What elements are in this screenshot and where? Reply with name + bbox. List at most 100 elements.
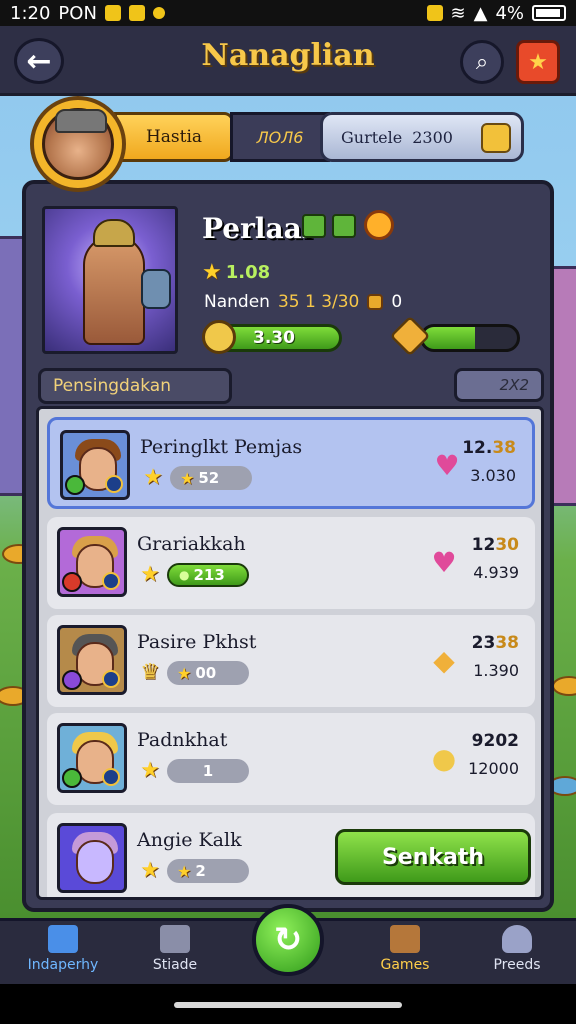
wifi-icon: ≋ (450, 2, 466, 24)
row-value-primary: 12.38 (462, 438, 516, 458)
stats-label: Nanden (204, 292, 270, 312)
nav-home[interactable]: Indaperhy (8, 925, 118, 983)
row-value-accent: 38 (492, 438, 516, 458)
hero-body (83, 235, 145, 345)
nav-profile[interactable]: Preeds (462, 925, 572, 983)
crown-icon: ♛ (140, 659, 160, 685)
heart-icon: ♥ (431, 545, 457, 579)
hero-name: Peringlkt Pemjas (140, 436, 303, 458)
level-value: 213 (193, 566, 225, 584)
class-badge-icon (62, 768, 82, 788)
row-value-accent: 30 (495, 535, 519, 555)
hero-portrait-thumb (57, 625, 127, 695)
lock-icon (426, 5, 443, 21)
nav-games-label: Games (380, 957, 430, 973)
row-value-secondary: 4.939 (473, 563, 519, 582)
list-item[interactable]: Peringlkt Pemjas ★ ★ 52 ♥ 12.38 3.030 (47, 417, 535, 509)
list-item[interactable]: Pasire Pkhst ♛ ★ 00 ◆ 2338 1.390 (47, 615, 535, 707)
battery-icon (532, 5, 566, 21)
refresh-icon: ↻ (273, 920, 303, 960)
hero-list: Peringlkt Pemjas ★ ★ 52 ♥ 12.38 3.030 Gra… (36, 406, 544, 900)
class-badge-icon (62, 670, 82, 690)
element-badge-icon (105, 475, 123, 493)
element-badge-icon (102, 768, 120, 786)
search-button[interactable]: ⌕ (460, 40, 504, 84)
row-value-accent: 38 (495, 633, 519, 653)
star-icon: ★ (140, 757, 160, 783)
nav-stats-label: Stiade (152, 957, 198, 973)
row-value-main: 23 (471, 633, 496, 653)
gift-button[interactable]: ★ (516, 40, 560, 84)
back-arrow-icon: ← (26, 43, 52, 79)
hero-portrait-thumb (57, 723, 127, 793)
row-value-primary: 9202 (472, 731, 519, 751)
level-value: 00 (195, 664, 217, 682)
search-icon: ⌕ (475, 49, 489, 75)
currency-label: Gurtele (341, 127, 403, 147)
signal-icon: ▲ (473, 2, 488, 24)
level-chip: ★ 52 (170, 466, 252, 490)
section-label: Pensingdakan (38, 368, 232, 404)
nav-stats[interactable]: Stiade (120, 925, 230, 983)
level-chip: ★ 00 (167, 661, 249, 685)
star-icon: ★ (177, 861, 192, 881)
header-bar: ← Nanaglian ⌕ ★ (0, 26, 576, 96)
nav-games[interactable]: Games (350, 925, 460, 983)
player-id: ЛОЛ6 (230, 112, 330, 162)
hero-portrait-thumb (60, 430, 130, 500)
level-value: 2 (195, 862, 206, 880)
row-value-main: 9202 (471, 731, 519, 751)
dot-icon: ● (179, 568, 190, 582)
section-count[interactable]: 2Х2 (454, 368, 544, 402)
gift-icon: ★ (528, 49, 548, 75)
xp-progress-fill (423, 327, 475, 349)
home-icon (48, 925, 78, 953)
list-item[interactable]: Grariakkah ★ ● 213 ♥ 1230 4.939 (47, 517, 535, 609)
alert-icon (152, 7, 165, 19)
heart-icon: ♥ (434, 448, 460, 482)
senkath-button[interactable]: Senkath (335, 829, 531, 885)
level-value: 52 (198, 469, 220, 487)
level-chip: ★ 2 (167, 859, 249, 883)
coin-icon (367, 294, 384, 310)
hero-portrait-thumb (57, 823, 127, 893)
currency-value: 2300 (412, 127, 453, 147)
coin-stack-icon (552, 676, 576, 696)
player-avatar[interactable] (30, 96, 126, 192)
hero-portrait[interactable] (42, 206, 178, 354)
battery-text: 4% (495, 2, 524, 24)
currency-display[interactable]: Gurtele 2300 (320, 112, 524, 162)
element-badge-icon (102, 572, 120, 590)
stats-count: 0 (391, 292, 403, 312)
list-item[interactable]: Padnkhat ★ 1 ● 9202 12000 (47, 713, 535, 805)
level-chip: 1 (167, 759, 249, 783)
hero-helmet (93, 219, 135, 247)
row-value-secondary: 12000 (468, 759, 519, 778)
profile-strip: Hastia ЛОЛ6 Gurtele 2300 (30, 96, 530, 192)
status-carrier: PON (58, 2, 97, 24)
avatar-face (42, 108, 114, 180)
app-icon (128, 5, 145, 21)
hero-rating: ★ 1.08 (202, 260, 270, 285)
class-badge-icon (65, 475, 85, 495)
hero-name: Padnkhat (137, 729, 228, 751)
coin-icon: ● (431, 741, 457, 775)
pet-icon (390, 925, 420, 953)
row-value-primary: 1230 (472, 535, 519, 555)
xp-progress-bar (420, 324, 520, 352)
home-indicator[interactable] (174, 1002, 402, 1008)
level-chip: ● 213 (167, 563, 249, 587)
element-badge-icon (332, 214, 356, 238)
system-home-bar (0, 984, 576, 1024)
class-badge-icon (62, 572, 82, 592)
class-badge-icon (302, 214, 326, 238)
coin-icon (202, 320, 236, 354)
rating-value: 1.08 (225, 262, 271, 283)
gem-icon (481, 123, 511, 153)
status-bar: 1:20 PON ≋ ▲ 4% (0, 0, 576, 26)
star-icon: ★ (140, 561, 160, 587)
nav-home-label: Indaperhy (27, 957, 99, 973)
back-button[interactable]: ← (14, 38, 64, 84)
center-action-button[interactable]: ↻ (252, 904, 324, 976)
star-icon: ★ (177, 663, 192, 683)
